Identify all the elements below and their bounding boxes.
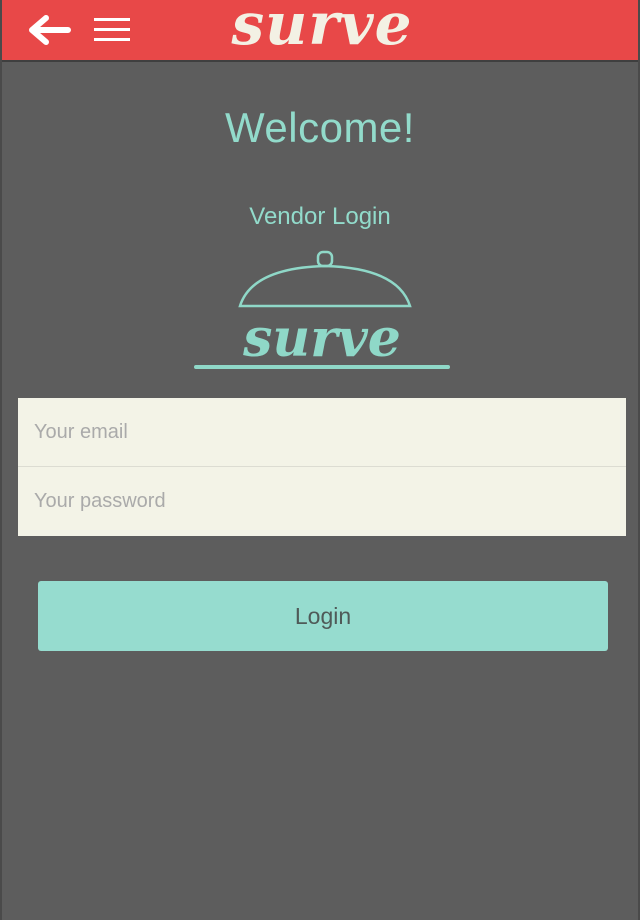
password-field[interactable] <box>18 467 626 535</box>
app-screen: surve Welcome! Vendor Login surve Login <box>0 0 640 920</box>
menu-button[interactable] <box>92 14 134 46</box>
logo-wordmark: surve <box>242 308 401 369</box>
cloche-icon <box>238 250 412 308</box>
brand-logo-text: surve <box>231 0 413 58</box>
login-button[interactable]: Login <box>38 581 608 651</box>
back-button[interactable] <box>26 12 72 48</box>
login-form <box>18 398 626 536</box>
surve-logo: surve <box>194 250 450 369</box>
vendor-login-subtitle: Vendor Login <box>249 203 391 230</box>
brand-logo: surve <box>231 0 413 58</box>
logo-plate-line <box>194 365 450 369</box>
arrow-left-icon <box>29 15 71 45</box>
welcome-title: Welcome! <box>225 104 415 151</box>
email-field[interactable] <box>18 398 626 466</box>
hamburger-menu-icon <box>94 18 130 41</box>
top-navigation-bar: surve <box>2 0 638 62</box>
